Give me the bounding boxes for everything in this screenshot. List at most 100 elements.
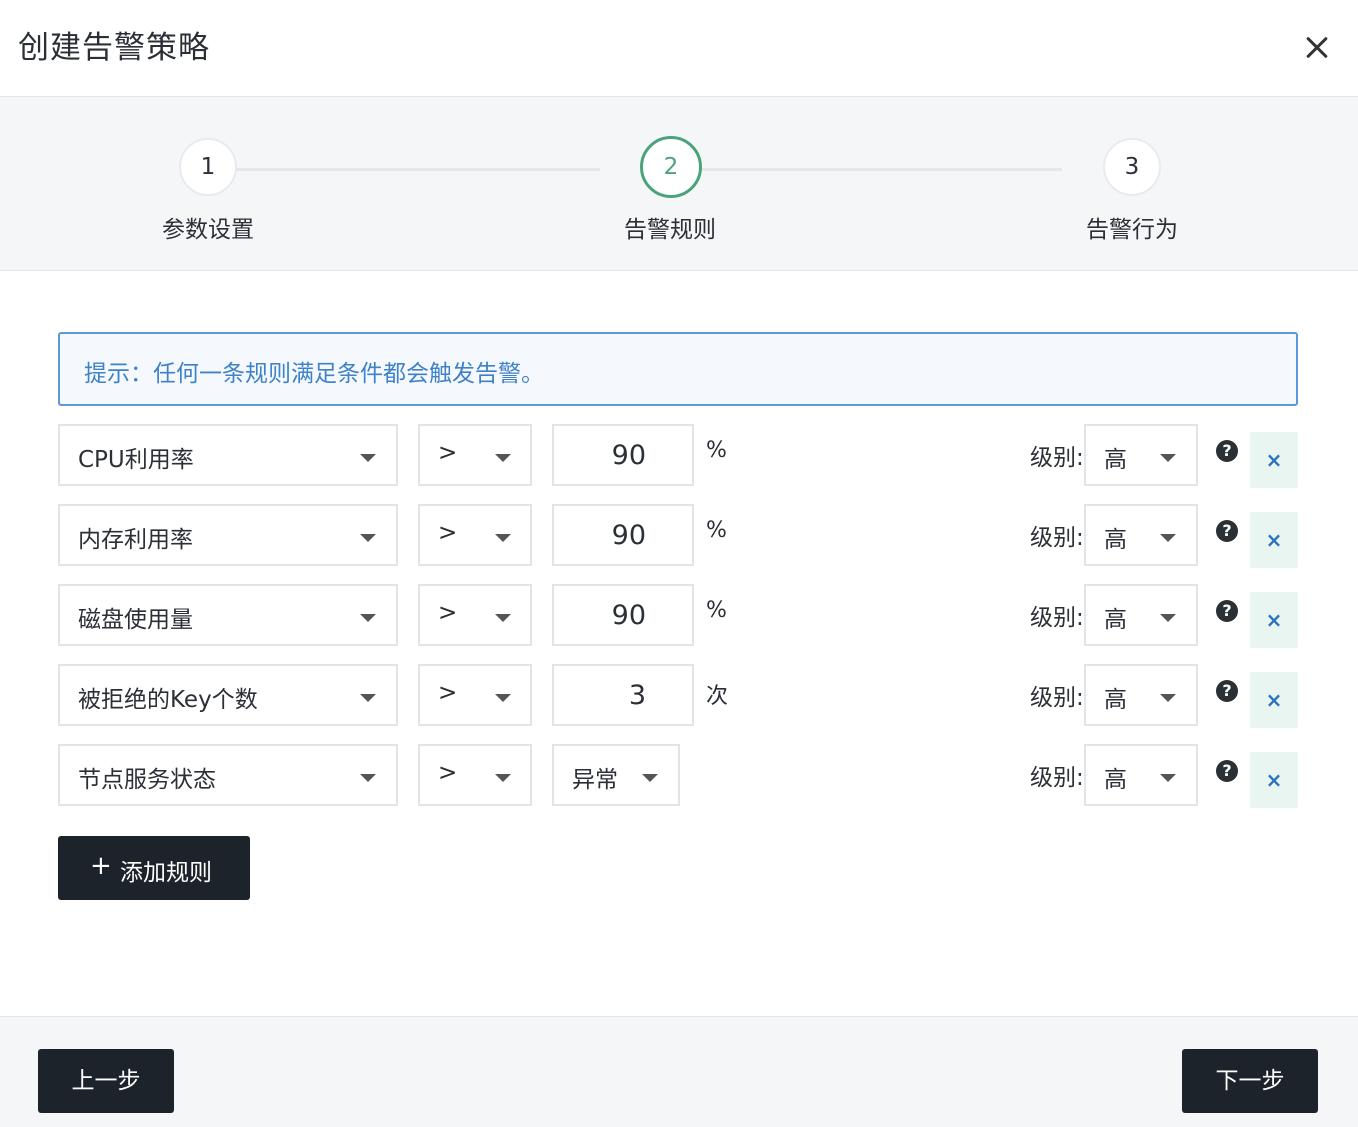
level-label: 级别:: [1030, 765, 1084, 791]
step-1-label: 参数设置: [162, 217, 254, 243]
rule-row: 磁盘使用量 > 90 % 级别: 高 ? ×: [0, 584, 1358, 650]
caret-down-icon: [360, 614, 376, 622]
rule-row: CPU利用率 > 90 % 级别: 高 ? ×: [0, 424, 1358, 490]
delete-rule-button[interactable]: ×: [1250, 512, 1298, 568]
level-select[interactable]: 高: [1084, 744, 1198, 806]
threshold-value: 90: [611, 600, 646, 631]
delete-rule-button[interactable]: ×: [1250, 672, 1298, 728]
level-value: 高: [1104, 687, 1127, 713]
caret-down-icon: [495, 614, 511, 622]
operator-value: >: [438, 520, 458, 546]
caret-down-icon: [360, 454, 376, 462]
delete-rule-button[interactable]: ×: [1250, 752, 1298, 808]
caret-down-icon: [495, 454, 511, 462]
metric-value: 磁盘使用量: [78, 607, 193, 633]
operator-value: >: [438, 680, 458, 706]
delete-rule-button[interactable]: ×: [1250, 432, 1298, 488]
metric-select[interactable]: 内存利用率: [58, 504, 398, 566]
caret-down-icon: [495, 534, 511, 542]
threshold-input[interactable]: 90: [552, 584, 694, 646]
operator-select[interactable]: >: [418, 584, 532, 646]
caret-down-icon: [1160, 614, 1176, 622]
operator-select[interactable]: >: [418, 424, 532, 486]
threshold-value: 90: [611, 440, 646, 471]
dialog-header: 创建告警策略: [0, 0, 1358, 97]
tip-banner: 提示：任何一条规则满足条件都会触发告警。: [58, 332, 1298, 406]
help-icon[interactable]: ?: [1216, 760, 1238, 782]
close-icon[interactable]: [1300, 28, 1338, 66]
step-1-circle: 1: [179, 138, 237, 196]
operator-value: >: [438, 760, 458, 786]
metric-select[interactable]: CPU利用率: [58, 424, 398, 486]
caret-down-icon: [495, 774, 511, 782]
operator-value: >: [438, 440, 458, 466]
step-connector: [236, 168, 600, 171]
operator-value: >: [438, 600, 458, 626]
level-label: 级别:: [1030, 445, 1084, 471]
metric-select[interactable]: 被拒绝的Key个数: [58, 664, 398, 726]
stepper: 1 2 3 参数设置 告警规则 告警行为: [0, 97, 1358, 271]
level-select[interactable]: 高: [1084, 664, 1198, 726]
unit-label: %: [706, 518, 727, 543]
metric-value: 被拒绝的Key个数: [78, 687, 258, 713]
level-value: 高: [1104, 527, 1127, 553]
add-rule-label: 添加规则: [120, 860, 212, 886]
level-label: 级别:: [1030, 525, 1084, 551]
caret-down-icon: [360, 694, 376, 702]
step-2-circle: 2: [640, 136, 702, 198]
caret-down-icon: [642, 774, 658, 782]
level-label: 级别:: [1030, 685, 1084, 711]
level-select[interactable]: 高: [1084, 424, 1198, 486]
rule-row: 内存利用率 > 90 % 级别: 高 ? ×: [0, 504, 1358, 570]
metric-select[interactable]: 节点服务状态: [58, 744, 398, 806]
help-icon[interactable]: ?: [1216, 520, 1238, 542]
step-2-label: 告警规则: [624, 217, 716, 243]
unit-label: %: [706, 438, 727, 463]
prev-step-button[interactable]: 上一步: [38, 1049, 174, 1113]
plus-icon: +: [90, 851, 112, 881]
rule-row: 被拒绝的Key个数 > 3 次 级别: 高 ? ×: [0, 664, 1358, 730]
metric-select[interactable]: 磁盘使用量: [58, 584, 398, 646]
metric-value: 内存利用率: [78, 527, 193, 553]
delete-rule-button[interactable]: ×: [1250, 592, 1298, 648]
add-rule-button[interactable]: + 添加规则: [58, 836, 250, 900]
step-connector: [700, 168, 1062, 171]
level-value: 高: [1104, 607, 1127, 633]
threshold-input[interactable]: 3: [552, 664, 694, 726]
help-icon[interactable]: ?: [1216, 600, 1238, 622]
level-value: 高: [1104, 447, 1127, 473]
level-select[interactable]: 高: [1084, 504, 1198, 566]
level-label: 级别:: [1030, 605, 1084, 631]
step-3-label: 告警行为: [1086, 217, 1178, 243]
level-select[interactable]: 高: [1084, 584, 1198, 646]
operator-select[interactable]: >: [418, 504, 532, 566]
threshold-value: 3: [628, 680, 646, 711]
level-value: 高: [1104, 767, 1127, 793]
threshold-value: 90: [611, 520, 646, 551]
metric-value: CPU利用率: [78, 447, 194, 473]
caret-down-icon: [1160, 694, 1176, 702]
step-3-circle: 3: [1103, 138, 1161, 196]
operator-select[interactable]: >: [418, 744, 532, 806]
help-icon[interactable]: ?: [1216, 680, 1238, 702]
caret-down-icon: [360, 774, 376, 782]
operator-select[interactable]: >: [418, 664, 532, 726]
caret-down-icon: [1160, 774, 1176, 782]
caret-down-icon: [360, 534, 376, 542]
status-value: 异常: [572, 767, 618, 793]
status-select[interactable]: 异常: [552, 744, 680, 806]
caret-down-icon: [1160, 454, 1176, 462]
caret-down-icon: [495, 694, 511, 702]
threshold-input[interactable]: 90: [552, 504, 694, 566]
caret-down-icon: [1160, 534, 1176, 542]
next-step-button[interactable]: 下一步: [1182, 1049, 1318, 1113]
metric-value: 节点服务状态: [78, 767, 216, 793]
unit-label: 次: [706, 684, 729, 709]
help-icon[interactable]: ?: [1216, 440, 1238, 462]
unit-label: %: [706, 598, 727, 623]
dialog-footer: 上一步 下一步: [0, 1016, 1358, 1127]
rule-row: 节点服务状态 > 异常 级别: 高 ? ×: [0, 744, 1358, 810]
threshold-input[interactable]: 90: [552, 424, 694, 486]
dialog-title: 创建告警策略: [18, 30, 210, 66]
tip-text: 提示：任何一条规则满足条件都会触发告警。: [84, 361, 544, 387]
